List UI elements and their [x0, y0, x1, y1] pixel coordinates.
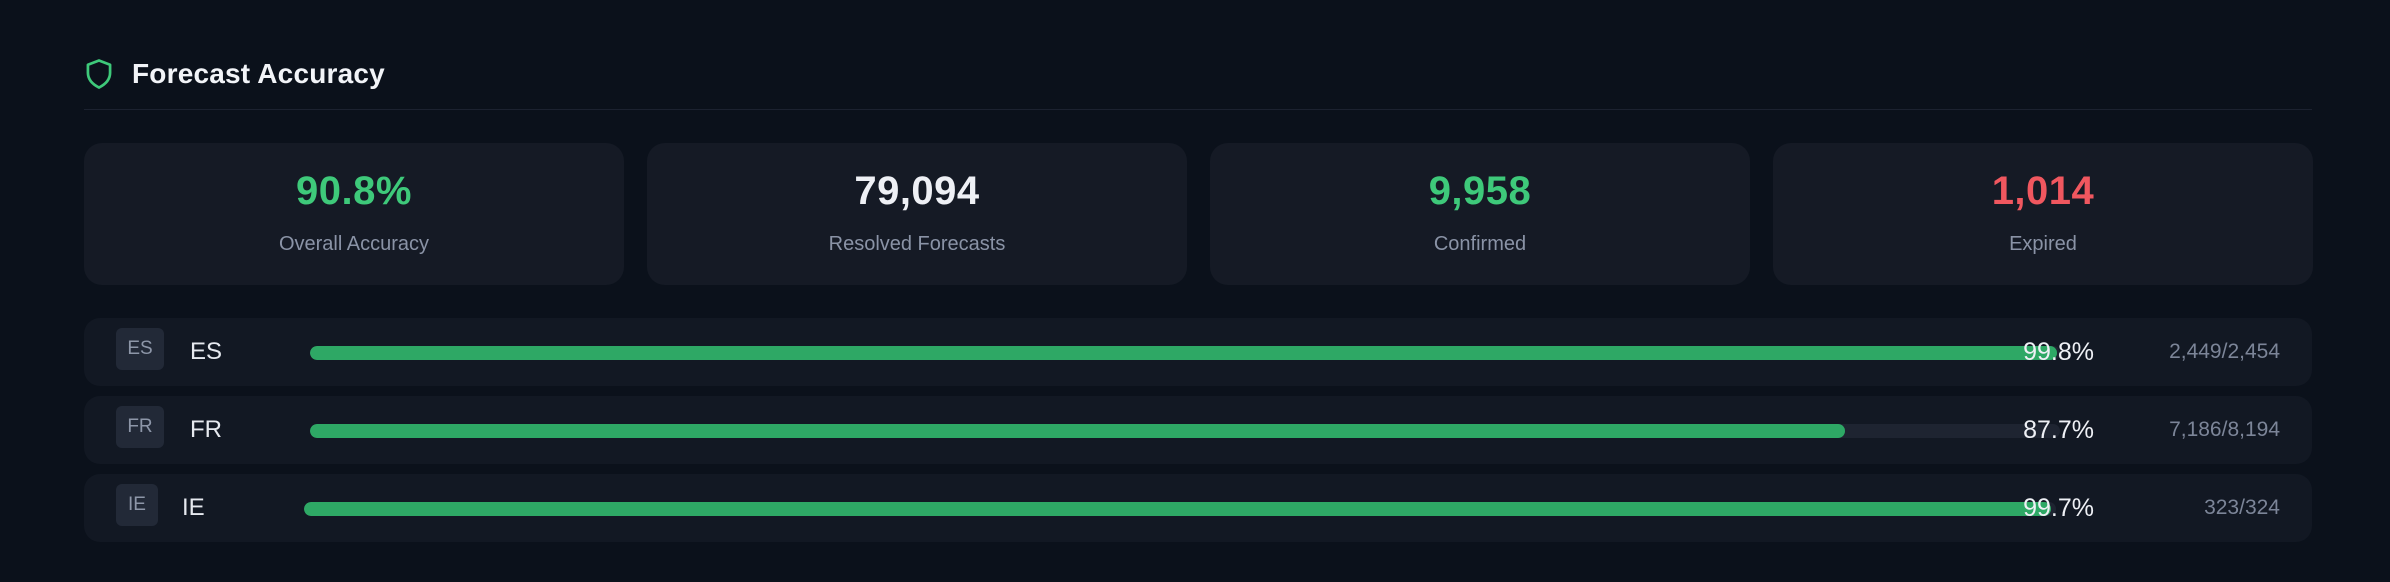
country-row-es: ES ES 99.8% 2,449/2,454 [84, 318, 2312, 386]
stat-card-confirmed: 9,958 Confirmed [1210, 143, 1750, 285]
country-row-fr: FR FR 87.7% 7,186/8,194 [84, 396, 2312, 464]
accuracy-percent: 99.8% [2023, 338, 2094, 366]
stat-card-resolved-forecasts: 79,094 Resolved Forecasts [647, 143, 1187, 285]
stat-value: 9,958 [1428, 169, 1532, 213]
country-name: ES [190, 338, 223, 365]
stat-value: 90.8% [296, 169, 412, 213]
country-badge: FR [116, 406, 164, 448]
stat-value: 79,094 [854, 169, 980, 213]
accuracy-ratio: 2,449/2,454 [2169, 340, 2280, 363]
accuracy-ratio: 323/324 [2204, 496, 2280, 519]
stat-card-expired: 1,014 Expired [1773, 143, 2313, 285]
header-divider [84, 109, 2312, 110]
shield-icon [86, 59, 112, 89]
accuracy-bar-fill [310, 346, 2057, 360]
country-name: FR [190, 416, 222, 443]
accuracy-percent: 99.7% [2023, 494, 2094, 522]
stat-label: Overall Accuracy [278, 233, 430, 255]
accuracy-bar-track [304, 502, 2056, 516]
stat-label: Expired [2009, 233, 2077, 255]
stat-label: Confirmed [1433, 233, 1527, 255]
country-name: IE [182, 494, 205, 521]
accuracy-bar-fill [304, 502, 2051, 516]
accuracy-bar-track [310, 424, 2060, 438]
accuracy-ratio: 7,186/8,194 [2169, 418, 2280, 441]
country-badge: ES [116, 328, 164, 370]
accuracy-bar-fill [310, 424, 1845, 438]
stat-card-overall-accuracy: 90.8% Overall Accuracy [84, 143, 624, 285]
accuracy-bar-track [310, 346, 2060, 360]
stat-label: Resolved Forecasts [828, 233, 1006, 255]
country-row-ie: IE IE 99.7% 323/324 [84, 474, 2312, 542]
forecast-accuracy-panel: Forecast Accuracy 90.8% Overall Accuracy… [0, 0, 2390, 582]
country-badge: IE [116, 484, 158, 526]
panel-header: Forecast Accuracy [84, 54, 385, 94]
accuracy-percent: 87.7% [2023, 416, 2094, 444]
stat-value: 1,014 [1991, 169, 2095, 213]
panel-title: Forecast Accuracy [132, 58, 385, 89]
